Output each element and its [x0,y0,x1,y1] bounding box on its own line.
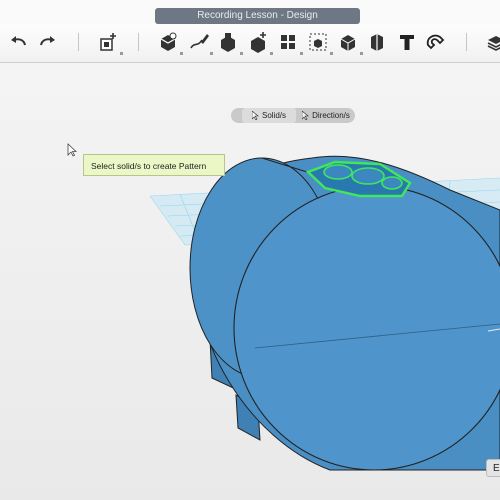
dropdown-caret[interactable] [210,52,213,55]
sketch-icon[interactable] [187,30,211,54]
window-title: Recording Lesson - Design [155,8,360,24]
dropdown-caret[interactable] [240,52,243,55]
new-solid-icon[interactable] [96,30,120,54]
primitives-icon[interactable] [156,30,180,54]
construct-icon[interactable] [216,30,240,54]
dropdown-caret[interactable] [300,52,303,55]
modify-icon[interactable] [246,30,270,54]
redo-icon[interactable] [35,30,59,54]
pattern-icon[interactable] [276,30,300,54]
toolbar-separator [78,33,79,51]
dropdown-caret[interactable] [120,52,123,55]
scene-canvas[interactable] [0,63,500,500]
measure-icon[interactable] [365,30,389,54]
cylinder-solid[interactable] [189,155,500,471]
snap-icon[interactable] [424,30,448,54]
pattern-hint-tooltip: Select solid/s to create Pattern [83,154,225,176]
selection-toggle: Solid/s Direction/s [231,108,355,123]
mouse-pointer-icon [67,143,77,157]
combine-icon[interactable] [336,30,360,54]
dropdown-caret[interactable] [270,52,273,55]
dropdown-caret[interactable] [330,52,333,55]
cursor-icon [302,111,309,120]
directions-selector-button[interactable]: Direction/s [297,108,355,123]
viewport-edge-button[interactable]: E [486,459,500,477]
toolbar-separator [466,33,467,51]
window-titlebar: Recording Lesson - Design [0,0,500,24]
material-icon[interactable] [484,30,500,54]
group-icon[interactable] [306,30,330,54]
text-icon[interactable] [395,30,419,54]
undo-icon[interactable] [7,30,31,54]
main-toolbar [0,24,500,63]
cursor-icon [251,111,259,120]
dropdown-caret[interactable] [180,52,183,55]
directions-selector-label: Direction/s [312,111,350,120]
solids-selector-button[interactable]: Solid/s [242,108,296,123]
toolbar-separator [138,33,139,51]
dropdown-caret[interactable] [360,52,363,55]
solids-selector-label: Solid/s [261,111,286,120]
3d-viewport[interactable]: Solid/s Direction/s Select solid/s to cr… [0,63,500,500]
